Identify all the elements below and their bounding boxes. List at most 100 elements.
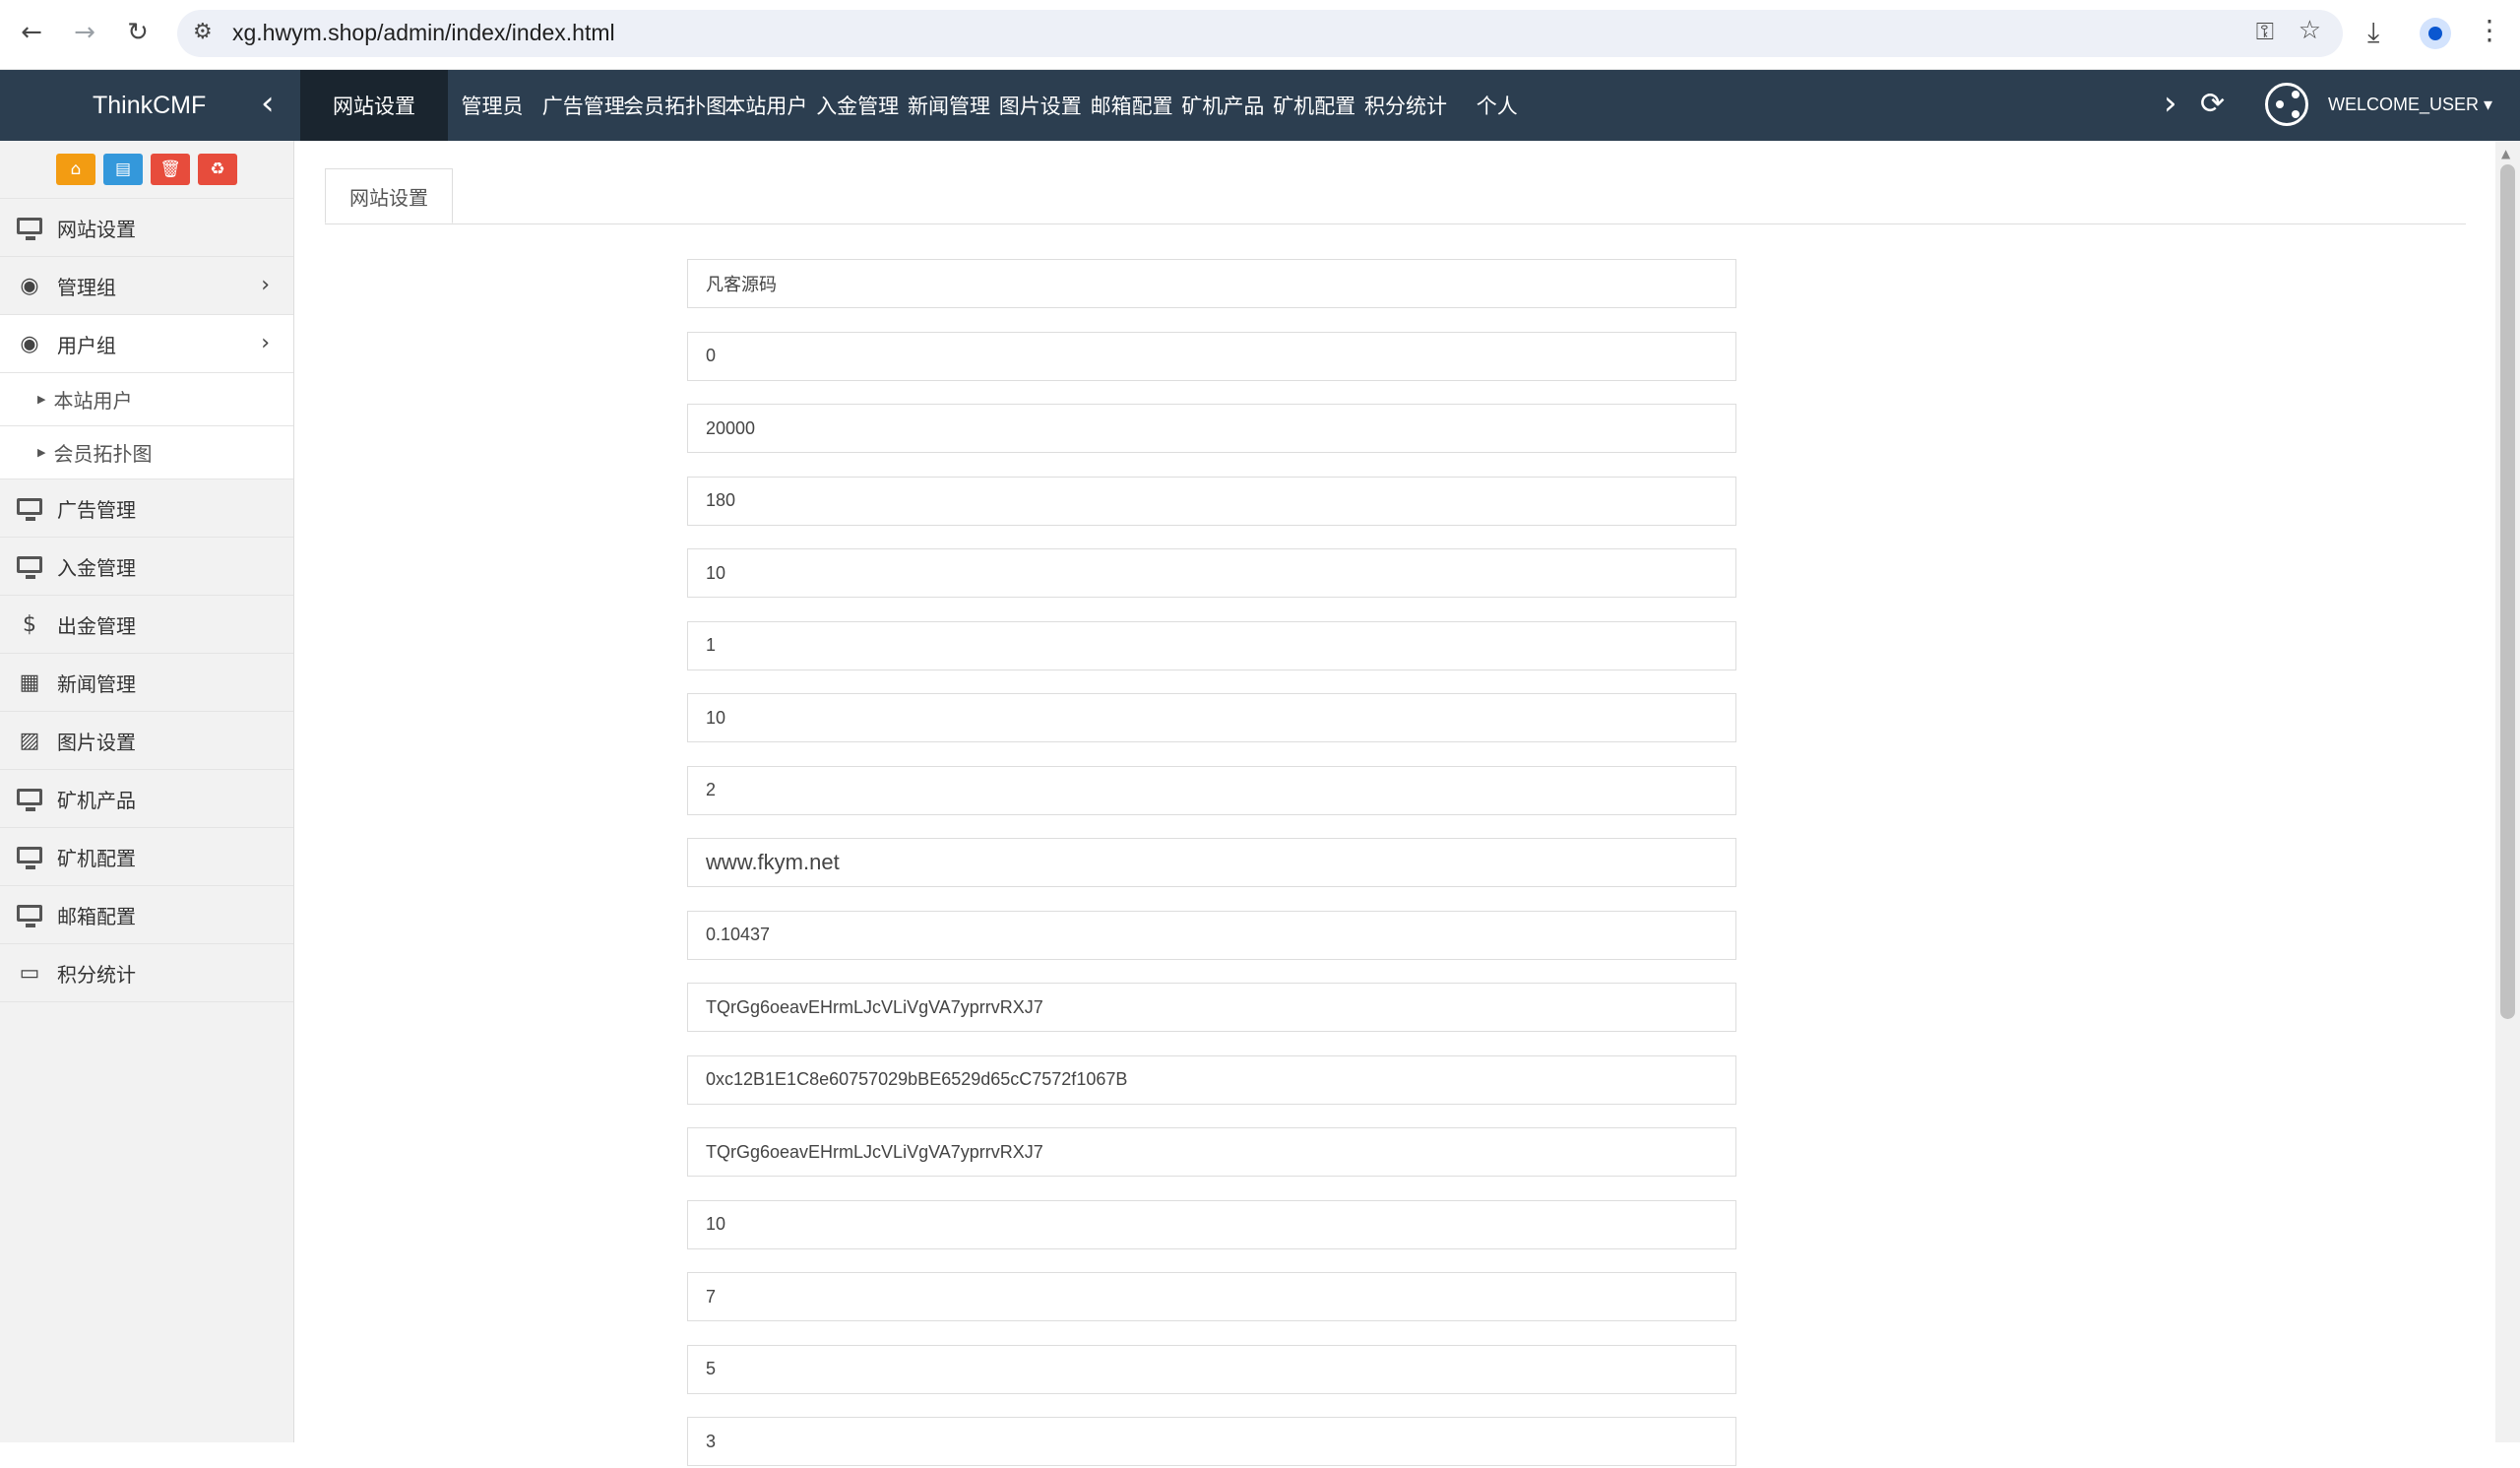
- sidebar-item-label: 入金管理: [57, 555, 136, 580]
- field-input[interactable]: [687, 404, 1736, 453]
- sidebar-item[interactable]: ▭ 积分统计: [0, 944, 293, 1002]
- scroll-up-icon[interactable]: ▲: [2501, 147, 2510, 160]
- user-circle-icon: ◉: [20, 331, 39, 356]
- sidebar-subitem-label: 会员拓扑图: [53, 442, 153, 466]
- home-icon[interactable]: ⌂: [56, 154, 95, 185]
- field-input[interactable]: [687, 476, 1736, 526]
- back-icon[interactable]: ←: [14, 15, 49, 50]
- form-row: 开奖前封盘时间(s): [295, 548, 2067, 600]
- monitor-icon: [16, 787, 43, 811]
- header-tabs: 网站设置 管理员 广告管理 会员拓扑图 本站用户 入金管理 新闻管理 图片设置 邮箱配置 矿机产品…: [300, 70, 2141, 141]
- reload-icon[interactable]: ↻: [120, 15, 156, 50]
- field-input[interactable]: [687, 1127, 1736, 1177]
- sidebar-item-label: 新闻管理: [57, 671, 136, 696]
- brand-area: ThinkCMF ‹: [0, 70, 295, 141]
- sidebar-subitem[interactable]: ▶ 会员拓扑图: [0, 426, 293, 479]
- browser-menu-icon[interactable]: ⋮: [2476, 14, 2503, 46]
- sidebar-item[interactable]: 入金管理: [0, 538, 293, 596]
- file-icon[interactable]: ▤: [103, 154, 143, 185]
- scroll-thumb[interactable]: [2500, 164, 2515, 1019]
- chevron-right-icon[interactable]: ›: [2164, 84, 2177, 123]
- field-input[interactable]: [687, 1344, 1736, 1394]
- sidebar-menu: 网站设置 ◉ 管理组 › ◉ 用户组 › ▶ 本站用户 ▶ 会员拓扑图 广告管理 入金管理 $ 出金管理 ▦ 新…: [0, 199, 293, 1002]
- sidebar-item[interactable]: 广告管理: [0, 479, 293, 538]
- field-input[interactable]: [687, 983, 1736, 1032]
- sidebar-item-label: 网站设置: [57, 217, 136, 241]
- field-input[interactable]: [687, 693, 1736, 742]
- tab-site-settings[interactable]: 网站设置: [325, 168, 453, 223]
- recycle-icon[interactable]: ♻: [198, 154, 237, 185]
- form-row: TRX提币手续费: [295, 620, 2067, 672]
- field-input[interactable]: [687, 620, 1736, 670]
- sidebar: ⌂ ▤ 🗑 ♻ 网站设置 ◉ 管理组 › ◉ 用户组 › ▶ 本站用户 ▶ 会员拓扑图 广告管理 入金管理 $ 出…: [0, 141, 294, 1442]
- forward-icon[interactable]: →: [67, 15, 102, 50]
- site-info-icon[interactable]: ⚙: [193, 20, 213, 44]
- field-input[interactable]: [687, 259, 1736, 308]
- field-input[interactable]: [687, 1199, 1736, 1249]
- sidebar-item-label: 管理组: [57, 275, 116, 299]
- share-icon[interactable]: [2265, 83, 2308, 126]
- visa-icon: ▭: [19, 960, 40, 986]
- main-content: 网站设置 网站名称短信验证(1为开启0为关闭) 当日产出返奖率(%) 开奖前封盘时间…: [295, 141, 2495, 1466]
- form-row: 3级返佣(%): [295, 1344, 2067, 1396]
- field-input[interactable]: [687, 910, 1736, 960]
- newspaper-icon: ▦: [19, 670, 40, 695]
- dollar-icon: $: [23, 611, 36, 637]
- sidebar-item[interactable]: ▨ 图片设置: [0, 712, 293, 770]
- trash-icon[interactable]: 🗑: [151, 154, 190, 185]
- password-key-icon[interactable]: ⚿: [2256, 18, 2274, 45]
- form-row: 返奖率(%): [295, 476, 2067, 528]
- address-bar[interactable]: ⚙ xg.hwym.shop/admin/index/index.html ⚿ …: [177, 10, 2343, 57]
- chevron-right-icon: ›: [261, 273, 270, 297]
- sidebar-item[interactable]: ◉ 管理组 ›: [0, 257, 293, 315]
- monitor-icon: [16, 903, 43, 927]
- brand-title: ThinkCMF: [93, 92, 207, 119]
- bookmark-star-icon[interactable]: ☆: [2299, 16, 2321, 45]
- content-tab-bar: 网站设置: [325, 168, 2466, 224]
- sidebar-item-label: 图片设置: [57, 730, 136, 754]
- image-icon: ▨: [19, 728, 40, 753]
- url-text[interactable]: xg.hwym.shop/admin/index/index.html: [232, 20, 615, 46]
- sidebar-item[interactable]: $ 出金管理: [0, 596, 293, 654]
- form-row: 1级返佣(%): [295, 1199, 2067, 1251]
- caret-right-icon: ▶: [37, 393, 46, 406]
- form-row: 客服链接: [295, 838, 2067, 889]
- admin-header: ThinkCMF ‹ 网站设置 管理员 广告管理 会员拓扑图 本站用户 入金管理 新闻管理图…: [0, 70, 2520, 141]
- field-input[interactable]: [687, 548, 1736, 598]
- header-tab[interactable]: 个人: [1443, 70, 1551, 141]
- sidebar-item[interactable]: 邮箱配置: [0, 886, 293, 944]
- form-row: TRC20(USDT)充币地址: [295, 1127, 2067, 1179]
- field-input[interactable]: [687, 1054, 1736, 1105]
- sidebar-subitem[interactable]: ▶ 本站用户: [0, 373, 293, 426]
- sidebar-item[interactable]: ▦ 新闻管理: [0, 654, 293, 712]
- sidebar-item-label: 广告管理: [57, 497, 136, 522]
- field-input[interactable]: [687, 331, 1736, 381]
- field-input[interactable]: [687, 1417, 1736, 1466]
- form-row: 2级返佣(%): [295, 1272, 2067, 1323]
- quick-actions: ⌂ ▤ 🗑 ♻: [0, 141, 293, 199]
- form-row: 4级返佣(%): [295, 1417, 2067, 1468]
- user-menu[interactable]: WELCOME_USER ▾: [2328, 95, 2492, 115]
- caret-right-icon: ▶: [37, 446, 46, 459]
- refresh-icon[interactable]: ⟳: [2200, 87, 2225, 121]
- sidebar-item[interactable]: ◉ 用户组 ›: [0, 315, 293, 373]
- header-tab[interactable]: 网站设置: [300, 70, 448, 141]
- form-row: 网站名称: [295, 259, 2067, 310]
- sidebar-item[interactable]: 矿机配置: [0, 828, 293, 886]
- sidebar-toggle-icon[interactable]: ‹: [261, 84, 275, 123]
- field-input[interactable]: [687, 765, 1736, 815]
- monitor-icon: [16, 216, 43, 240]
- field-input[interactable]: [687, 1272, 1736, 1321]
- chevron-right-icon: ›: [261, 331, 270, 355]
- sidebar-item-label: 矿机配置: [57, 846, 136, 870]
- download-icon[interactable]: ⤓: [2367, 16, 2379, 49]
- sidebar-item[interactable]: 网站设置: [0, 199, 293, 257]
- form-row: TRC20提币手续费: [295, 765, 2067, 817]
- profile-avatar-icon[interactable]: [2420, 18, 2451, 49]
- browser-toolbar: ← → ↻ ⚙ xg.hwym.shop/admin/index/index.h…: [0, 0, 2520, 70]
- sidebar-item[interactable]: 矿机产品: [0, 770, 293, 828]
- field-input[interactable]: [687, 838, 1736, 887]
- sidebar-item-label: 用户组: [57, 333, 116, 357]
- page-scrollbar[interactable]: ▲: [2495, 141, 2520, 1442]
- sidebar-item-label: 邮箱配置: [57, 904, 136, 928]
